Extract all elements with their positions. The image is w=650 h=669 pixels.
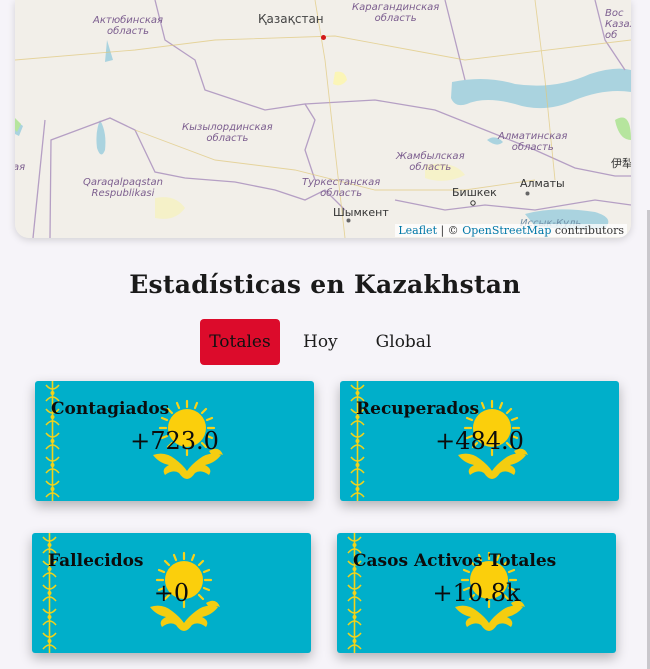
map[interactable]: Актюбинская область Қазақстан Карагандинс… xyxy=(15,0,631,238)
stat-value: +723.0 xyxy=(130,427,219,455)
map-region-label: Карагандинская область xyxy=(352,2,440,24)
stat-value: +10.8k xyxy=(432,579,521,607)
stat-label: Recuperados xyxy=(356,399,480,419)
city-dot-icon xyxy=(346,218,351,223)
stat-value: +0 xyxy=(153,579,190,607)
tab-hoy[interactable]: Hoy xyxy=(291,319,350,365)
map-region-label: Qaraqalpaqstan Respublikasi xyxy=(83,177,163,199)
stat-card-fallecidos: Fallecidos +0 xyxy=(32,533,311,653)
stat-label: Contagiados xyxy=(51,399,170,419)
page-title: Estadísticas en Kazakhstan xyxy=(129,270,521,299)
map-city-label: Алматы xyxy=(520,177,565,190)
map-region-label: Туркестанская область xyxy=(302,177,381,199)
map-region-label: Жамбылская область xyxy=(396,151,465,173)
location-dot-icon[interactable] xyxy=(321,35,326,40)
leaflet-link[interactable]: Leaflet xyxy=(398,224,437,237)
map-city-label: Бишкек xyxy=(452,186,497,199)
openstreetmap-link[interactable]: OpenStreetMap xyxy=(462,224,551,237)
map-region-label: Актюбинская область xyxy=(93,15,164,37)
map-country-label: Қазақстан xyxy=(258,12,324,26)
stat-label: Casos Activos Totales xyxy=(353,551,557,571)
attribution-separator: | © xyxy=(440,224,459,237)
stat-card-contagiados: Contagiados +723.0 xyxy=(35,381,314,501)
stats-tabs: Totales Hoy Global xyxy=(200,319,449,365)
map-city-label: Шымкент xyxy=(333,206,389,219)
attribution-contributors: contributors xyxy=(554,224,624,237)
map-region-label: ая xyxy=(15,162,26,173)
map-region-label: Алматинская область xyxy=(498,131,568,153)
map-region-label: ВосКазахоб xyxy=(605,8,631,41)
stat-label: Fallecidos xyxy=(48,551,144,571)
tab-totales[interactable]: Totales xyxy=(200,319,280,365)
stat-card-casos-activos: Casos Activos Totales +10.8k xyxy=(337,533,616,653)
map-region-label: Кызылординская область xyxy=(182,122,273,144)
map-attribution: Leaflet | © OpenStreetMap contributors xyxy=(395,224,627,237)
city-dot-icon xyxy=(525,191,530,196)
stat-value: +484.0 xyxy=(435,427,524,455)
stat-card-recuperados: Recuperados +484.0 xyxy=(340,381,619,501)
map-city-label: 伊犁 xyxy=(611,157,631,170)
tab-global[interactable]: Global xyxy=(364,319,444,365)
capital-dot-icon xyxy=(470,200,476,206)
